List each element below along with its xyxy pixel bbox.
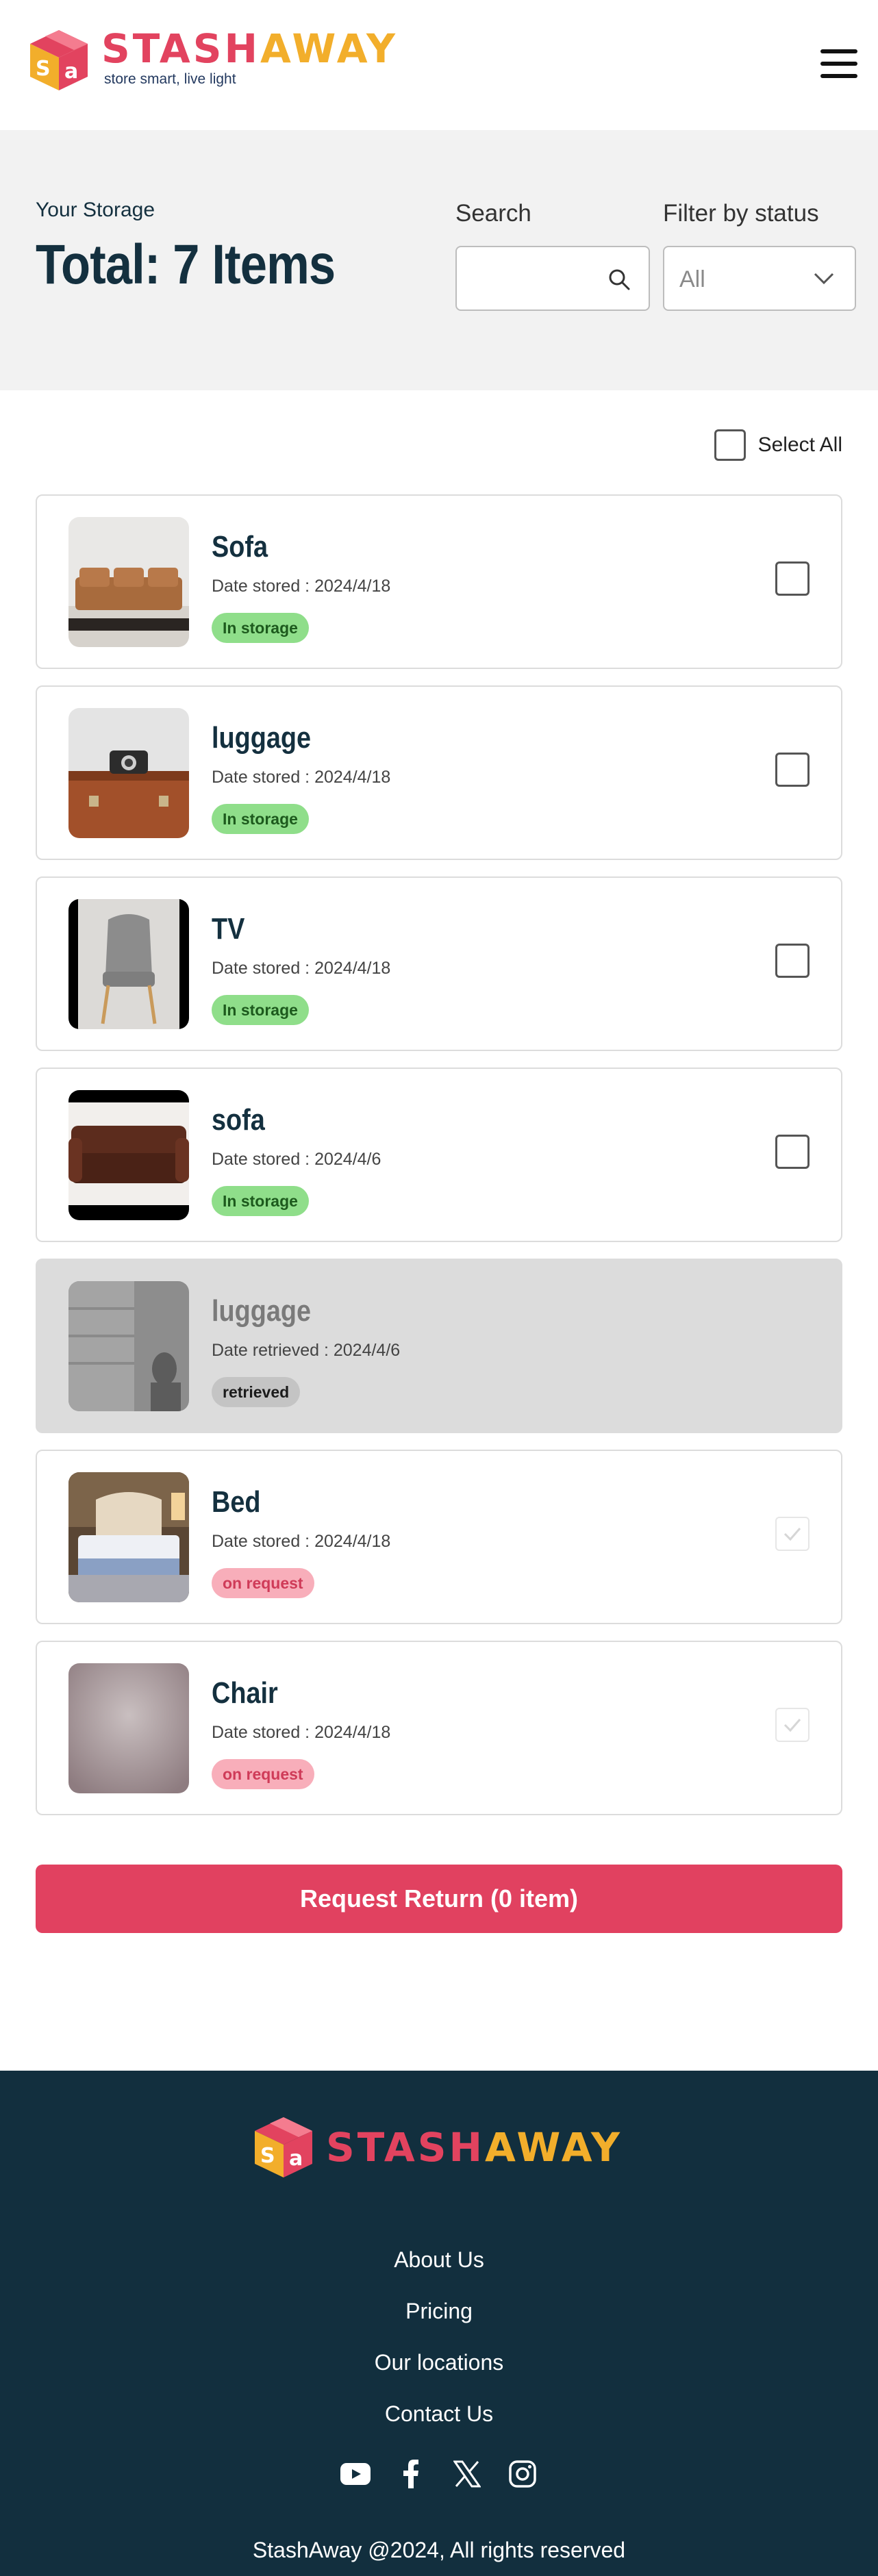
- site-header: S a STASHAWAY store smart, live light: [0, 0, 878, 130]
- page-title: Total: 7 Items: [36, 233, 336, 296]
- filter-selected-value: All: [679, 266, 705, 292]
- item-checkbox[interactable]: [775, 561, 810, 596]
- youtube-icon[interactable]: [340, 2458, 371, 2490]
- svg-text:a: a: [64, 60, 78, 84]
- brand-wordmark: STASHAWAY: [101, 25, 399, 72]
- item-photo: [68, 899, 189, 1029]
- status-badge: In storage: [212, 1186, 309, 1216]
- request-return-button[interactable]: Request Return (0 item): [36, 1865, 842, 1933]
- item-name: TV: [212, 912, 245, 946]
- item-checkbox-disabled: [775, 1517, 810, 1551]
- storage-item: Bed Date stored : 2024/4/18 on request: [36, 1450, 842, 1624]
- search-icon[interactable]: [607, 268, 631, 291]
- select-all-label: Select All: [757, 433, 842, 456]
- item-photo: [68, 1663, 189, 1793]
- footer-wordmark: STASHAWAY: [326, 2124, 623, 2171]
- logo-cube-icon: S a: [30, 30, 88, 90]
- search-input[interactable]: [469, 247, 613, 309]
- item-checkbox[interactable]: [775, 1135, 810, 1169]
- status-badge: In storage: [212, 995, 309, 1025]
- footer-link-contact[interactable]: Contact Us: [0, 2401, 878, 2427]
- item-date: Date stored : 2024/4/18: [212, 1532, 391, 1551]
- menu-icon[interactable]: [820, 49, 857, 78]
- item-name: Bed: [212, 1485, 261, 1519]
- status-badge: In storage: [212, 804, 309, 834]
- item-date: Date stored : 2024/4/6: [212, 1150, 381, 1169]
- footer-link-pricing[interactable]: Pricing: [0, 2299, 878, 2324]
- item-photo: [68, 1090, 189, 1220]
- svg-text:a: a: [289, 2147, 303, 2171]
- status-badge: on request: [212, 1759, 314, 1789]
- storage-item: TV Date stored : 2024/4/18 In storage: [36, 876, 842, 1051]
- footer-link-about[interactable]: About Us: [0, 2247, 878, 2273]
- svg-text:S: S: [260, 2144, 275, 2168]
- item-name: sofa: [212, 1103, 265, 1137]
- search-label: Search: [455, 200, 531, 227]
- item-date: Date retrieved : 2024/4/6: [212, 1341, 401, 1360]
- item-photo: [68, 708, 189, 838]
- copyright-text: StashAway @2024, All rights reserved: [252, 2538, 626, 2562]
- storage-item: luggage Date retrieved : 2024/4/6 retrie…: [36, 1259, 842, 1433]
- item-checkbox[interactable]: [775, 753, 810, 787]
- storage-item: sofa Date stored : 2024/4/6 In storage: [36, 1068, 842, 1242]
- item-name: Chair: [212, 1676, 278, 1710]
- x-icon[interactable]: [451, 2458, 483, 2490]
- svg-text:S: S: [36, 57, 51, 81]
- status-badge: retrieved: [212, 1377, 301, 1407]
- item-photo: [68, 1281, 189, 1411]
- brand-tagline: store smart, live light: [104, 71, 236, 87]
- item-photo: [68, 1472, 189, 1602]
- item-date: Date stored : 2024/4/18: [212, 1723, 391, 1742]
- status-badge: on request: [212, 1568, 314, 1598]
- section-label: Your Storage: [36, 199, 155, 221]
- item-date: Date stored : 2024/4/18: [212, 959, 391, 978]
- item-name: luggage: [212, 721, 312, 755]
- footer-logo[interactable]: S a STASHAWAY: [251, 2114, 623, 2180]
- select-all-control[interactable]: Select All: [714, 429, 842, 461]
- item-photo: [68, 517, 189, 647]
- logo-cube-icon: S a: [255, 2117, 312, 2177]
- instagram-icon[interactable]: [507, 2458, 538, 2490]
- item-checkbox-disabled: [775, 1708, 810, 1742]
- storage-summary: Your Storage Total: 7 Items Search Filte…: [0, 130, 878, 390]
- item-date: Date stored : 2024/4/18: [212, 577, 391, 596]
- social-links: [340, 2458, 538, 2490]
- status-filter-select[interactable]: All: [663, 246, 856, 311]
- status-badge: In storage: [212, 613, 309, 643]
- select-all-checkbox[interactable]: [714, 429, 746, 461]
- checkmark-icon: [783, 1528, 801, 1541]
- storage-item: luggage Date stored : 2024/4/18 In stora…: [36, 685, 842, 860]
- brand-logo[interactable]: S a STASHAWAY store smart, live light: [26, 27, 398, 93]
- storage-item: Sofa Date stored : 2024/4/18 In storage: [36, 494, 842, 669]
- checkmark-icon: [783, 1719, 801, 1732]
- item-name: Sofa: [212, 530, 268, 564]
- item-date: Date stored : 2024/4/18: [212, 768, 391, 787]
- chevron-down-icon: [814, 273, 834, 285]
- storage-item: Chair Date stored : 2024/4/18 on request: [36, 1641, 842, 1815]
- site-footer: S a STASHAWAY About Us Pricing Our locat…: [0, 2071, 878, 2576]
- filter-label: Filter by status: [663, 200, 819, 227]
- item-name: luggage: [212, 1294, 312, 1328]
- footer-link-locations[interactable]: Our locations: [0, 2350, 878, 2375]
- search-field[interactable]: [455, 246, 650, 311]
- facebook-icon[interactable]: [395, 2458, 427, 2490]
- item-checkbox[interactable]: [775, 944, 810, 978]
